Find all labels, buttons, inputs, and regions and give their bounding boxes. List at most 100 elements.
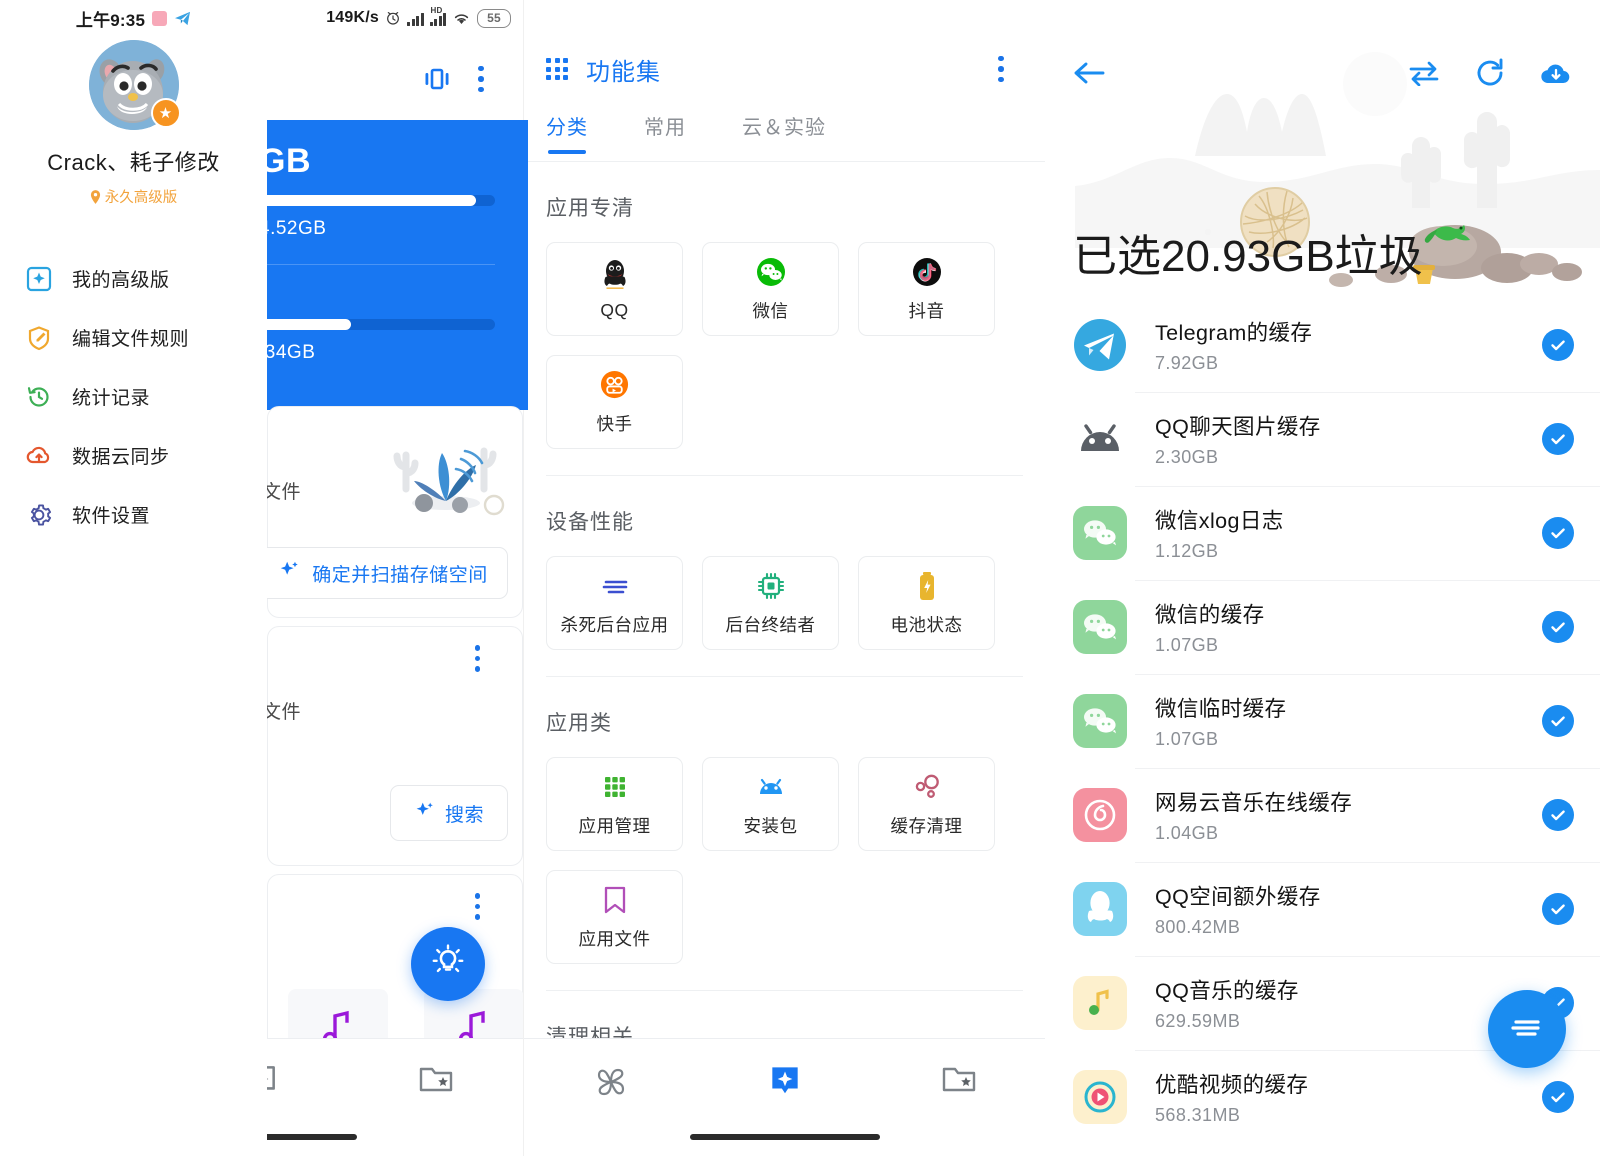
- card-overflow-menu-icon[interactable]: [474, 645, 480, 672]
- scan-button-label: 确定并扫描存储空间: [312, 564, 488, 586]
- item-title: 微信临时缓存: [1155, 697, 1287, 721]
- list-item[interactable]: 微信xlog日志 1.12GB: [1045, 486, 1600, 580]
- sort-fab[interactable]: [1488, 990, 1566, 1068]
- search-button[interactable]: 搜索: [390, 785, 508, 841]
- card-overflow-menu-icon-2[interactable]: [474, 893, 480, 920]
- drawer-item-settings[interactable]: 软件设置: [0, 485, 267, 544]
- settings-gear-icon: [26, 502, 52, 528]
- tile-background-terminator[interactable]: 后台终结者: [702, 556, 839, 650]
- grid-apps-icon: [601, 771, 629, 803]
- tab-cloud-lab[interactable]: 云＆实验: [742, 111, 826, 154]
- item-text: 微信临时缓存 1.07GB: [1155, 692, 1542, 750]
- swap-arrows-icon[interactable]: [1402, 51, 1446, 95]
- item-checkbox[interactable]: [1542, 423, 1574, 455]
- item-text: 优酷视频的缓存 568.31MB: [1155, 1068, 1542, 1126]
- search-button-label: 搜索: [444, 804, 484, 826]
- bubbles-icon: [912, 771, 942, 803]
- storage-total-value: GB: [267, 142, 311, 180]
- back-arrow-icon[interactable]: [1067, 51, 1111, 95]
- item-title: QQ音乐的缓存: [1155, 979, 1299, 1003]
- scan-storage-button[interactable]: 确定并扫描存储空间: [258, 547, 508, 599]
- item-checkbox[interactable]: [1542, 705, 1574, 737]
- panel2-app-bar: [267, 40, 523, 118]
- item-checkbox[interactable]: [1542, 1081, 1574, 1113]
- page-title: 功能集: [586, 58, 661, 86]
- tile-app-management[interactable]: 应用管理: [546, 757, 683, 851]
- tile-kill-background-apps[interactable]: 杀死后台应用: [546, 556, 683, 650]
- item-title: QQ空间额外缓存: [1155, 885, 1321, 909]
- drawer-item-premium[interactable]: 我的高级版: [0, 249, 267, 308]
- refresh-icon[interactable]: [1468, 51, 1512, 95]
- nav-pinwheel[interactable]: [524, 1061, 698, 1103]
- item-text: QQ空间额外缓存 800.42MB: [1155, 880, 1542, 938]
- nav-folder-star[interactable]: [349, 1061, 523, 1095]
- drawer-item-cloud-sync[interactable]: 数据云同步: [0, 426, 267, 485]
- section-tiles-device-perf: 杀死后台应用 后台终结者 电池状态: [524, 536, 1045, 650]
- item-text: QQ聊天图片缓存 2.30GB: [1155, 410, 1542, 468]
- smart-suggestion-fab[interactable]: [411, 927, 485, 1001]
- item-checkbox[interactable]: [1542, 611, 1574, 643]
- tile-battery-status[interactable]: 电池状态: [858, 556, 995, 650]
- item-text: 网易云音乐在线缓存 1.04GB: [1155, 786, 1542, 844]
- tab-category[interactable]: 分类: [546, 111, 588, 154]
- search-card-label: 文件: [262, 702, 302, 723]
- clock-time: 上午9:35: [75, 10, 146, 30]
- nav-folder-star[interactable]: [872, 1061, 1046, 1095]
- drawer-item-label: 软件设置: [72, 506, 151, 527]
- item-checkbox[interactable]: [1542, 893, 1574, 925]
- item-checkbox[interactable]: [1542, 329, 1574, 361]
- cloud-download-icon[interactable]: [1534, 51, 1578, 95]
- tile-kuaishou[interactable]: 快手: [546, 355, 683, 449]
- tile-douyin[interactable]: 抖音: [858, 242, 995, 336]
- panel1-status-bar: 上午9:35: [0, 0, 267, 36]
- storage-free-label: .34GB: [267, 342, 316, 363]
- folder-star-icon: [942, 1067, 976, 1092]
- tile-label: 缓存清理: [890, 815, 963, 836]
- item-checkbox[interactable]: [1542, 517, 1574, 549]
- signal-bars-hd-icon: HD: [429, 6, 446, 26]
- list-item[interactable]: 网易云音乐在线缓存 1.04GB: [1045, 768, 1600, 862]
- premium-icon: [26, 266, 52, 292]
- folder-star-icon: [419, 1067, 453, 1092]
- tile-install-package[interactable]: 安装包: [702, 757, 839, 851]
- drawer-item-label: 编辑文件规则: [72, 329, 190, 350]
- battery-badge: 55: [477, 8, 511, 28]
- navigation-drawer: 上午9:35 ★ Crack、耗子修改 永久高级版 我的高级版 编辑文件规则 统…: [0, 0, 267, 1156]
- section-title: 设备性能: [546, 511, 634, 534]
- item-size: 1.04GB: [1155, 823, 1219, 843]
- tile-wechat[interactable]: 微信: [702, 242, 839, 336]
- sort-lines-icon: [1510, 1014, 1544, 1045]
- panel3-tabs: 分类 常用 云＆实验: [524, 104, 1045, 162]
- item-checkbox[interactable]: [1542, 799, 1574, 831]
- overflow-menu-icon[interactable]: [459, 57, 503, 101]
- tile-label: 后台终结者: [725, 614, 816, 635]
- list-item[interactable]: Telegram的缓存 7.92GB: [1045, 298, 1600, 392]
- lines-icon: [600, 570, 630, 602]
- grid-apps-icon: [546, 58, 568, 80]
- list-item[interactable]: 微信临时缓存 1.07GB: [1045, 674, 1600, 768]
- list-item[interactable]: 微信的缓存 1.07GB: [1045, 580, 1600, 674]
- drawer-item-statistics[interactable]: 统计记录: [0, 367, 267, 426]
- tile-cache-clean[interactable]: 缓存清理: [858, 757, 995, 851]
- storage-used-label: 4.52GB: [267, 218, 327, 239]
- premium-star-badge: ★: [150, 98, 181, 128]
- item-size: 568.31MB: [1155, 1105, 1241, 1125]
- user-avatar-wrapper[interactable]: ★: [88, 40, 181, 130]
- drawer-item-edit-rules[interactable]: 编辑文件规则: [0, 308, 267, 367]
- item-size: 2.30GB: [1155, 447, 1219, 467]
- sparkle-icon: [414, 800, 435, 827]
- overflow-menu-icon[interactable]: [979, 47, 1023, 91]
- item-title: 微信的缓存: [1155, 603, 1265, 627]
- tile-label: 杀死后台应用: [560, 614, 669, 635]
- tile-app-files[interactable]: 应用文件: [546, 870, 683, 964]
- nav-sparkle-tag-active[interactable]: [698, 1061, 872, 1099]
- user-tier: 永久高级版: [0, 186, 267, 207]
- tab-common[interactable]: 常用: [644, 111, 686, 154]
- panel1-status-left: 上午9:35: [76, 6, 191, 31]
- layout-columns-icon[interactable]: [415, 57, 459, 101]
- tile-qq[interactable]: QQ: [546, 242, 683, 336]
- list-item[interactable]: QQ空间额外缓存 800.42MB: [1045, 862, 1600, 956]
- tile-label: 安装包: [743, 815, 798, 836]
- list-item[interactable]: QQ聊天图片缓存 2.30GB: [1045, 392, 1600, 486]
- item-text: 微信的缓存 1.07GB: [1155, 598, 1542, 656]
